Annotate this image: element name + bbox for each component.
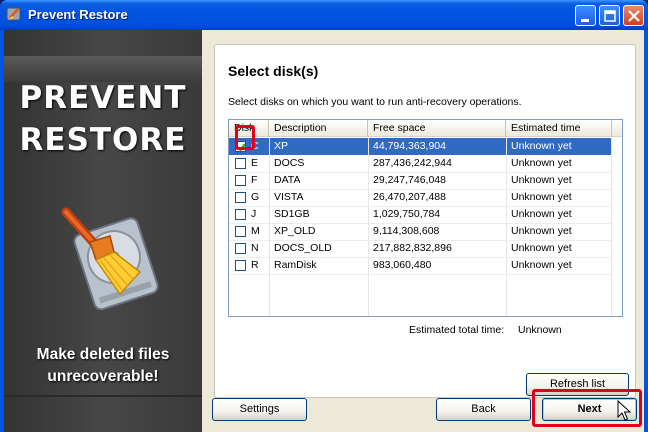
disk-letter: G	[251, 191, 260, 203]
disk-description: XP_OLD	[274, 225, 316, 237]
disk-description: RamDisk	[274, 259, 317, 271]
page-instructions: Select disks on which you want to run an…	[228, 96, 522, 108]
disk-estimated-time: Unknown yet	[511, 259, 572, 271]
grid-line	[229, 223, 611, 224]
column-header-free-space[interactable]: Free space	[368, 120, 506, 137]
disk-checkbox[interactable]	[235, 260, 246, 271]
table-row[interactable]: J SD1GB 1,029,750,784 Unknown yet	[229, 206, 611, 223]
grid-line	[229, 172, 611, 173]
disk-checkbox[interactable]	[235, 209, 246, 220]
minimize-button[interactable]	[575, 5, 596, 26]
banner-stripe	[4, 56, 202, 82]
broom-hard-drive-logo	[48, 190, 168, 311]
disk-description: XP	[274, 140, 289, 152]
disk-free-space: 1,029,750,784	[373, 208, 441, 220]
disk-checkbox[interactable]	[235, 158, 246, 169]
side-banner: PREVENT RESTORE Make deleted files unrec…	[4, 30, 202, 432]
disk-letter: N	[251, 242, 259, 254]
page-title: Select disk(s)	[228, 63, 319, 79]
disk-free-space: 217,882,832,896	[373, 242, 452, 254]
disk-description: DOCS_OLD	[274, 242, 332, 254]
grid-line	[368, 137, 369, 316]
grid-line	[269, 137, 270, 316]
grid-line	[229, 240, 611, 241]
disk-estimated-time: Unknown yet	[511, 140, 572, 152]
table-row[interactable]: E DOCS 287,436,242,944 Unknown yet	[229, 155, 611, 172]
brand-title-line2: RESTORE	[19, 122, 187, 158]
broom-disk-icon	[6, 6, 22, 22]
window-client-area: PREVENT RESTORE Make deleted files unrec…	[4, 30, 644, 432]
disk-letter: R	[251, 259, 259, 271]
total-time-value: Unknown	[518, 324, 562, 336]
disk-free-space: 29,247,746,048	[373, 174, 446, 186]
window-title: Prevent Restore	[28, 7, 128, 22]
total-time-label: Estimated total time:	[409, 324, 505, 336]
tagline-line1: Make deleted files	[36, 346, 170, 363]
grid-line	[229, 189, 611, 190]
disk-list[interactable]: Disk Description Free space Estimated ti…	[228, 119, 623, 317]
disk-free-space: 44,794,363,904	[373, 140, 446, 152]
disk-free-space: 9,114,308,608	[373, 225, 440, 237]
grid-line	[506, 137, 507, 316]
disk-description: VISTA	[274, 191, 304, 203]
grid-line	[229, 274, 611, 275]
column-header-estimated-time[interactable]: Estimated time	[506, 120, 612, 137]
maximize-button[interactable]	[599, 5, 620, 26]
disk-checkbox[interactable]	[235, 243, 246, 254]
disk-free-space: 983,060,480	[373, 259, 432, 271]
checkbox-highlight	[235, 125, 255, 150]
grid-line	[229, 206, 611, 207]
grid-line	[229, 257, 611, 258]
disk-free-space: 26,470,207,488	[373, 191, 446, 203]
disk-letter: M	[251, 225, 260, 237]
mouse-pointer-icon	[617, 399, 632, 422]
table-row[interactable]: N DOCS_OLD 217,882,832,896 Unknown yet	[229, 240, 611, 257]
table-row[interactable]: G VISTA 26,470,207,488 Unknown yet	[229, 189, 611, 206]
grid-line	[611, 137, 612, 316]
disk-description: SD1GB	[274, 208, 310, 220]
table-row[interactable]: R RamDisk 983,060,480 Unknown yet	[229, 257, 611, 274]
disk-estimated-time: Unknown yet	[511, 191, 572, 203]
disk-estimated-time: Unknown yet	[511, 174, 572, 186]
app-window: Prevent Restore PREVENT RESTORE Make del…	[0, 0, 648, 432]
disk-free-space: 287,436,242,944	[373, 157, 452, 169]
disk-checkbox[interactable]	[235, 192, 246, 203]
disk-checkbox[interactable]	[235, 175, 246, 186]
table-row[interactable]: M XP_OLD 9,114,308,608 Unknown yet	[229, 223, 611, 240]
disk-letter: E	[251, 157, 259, 169]
disk-estimated-time: Unknown yet	[511, 208, 572, 220]
brand-title-line1: PREVENT	[19, 80, 187, 116]
disk-letter: J	[251, 208, 257, 220]
disk-estimated-time: Unknown yet	[511, 225, 572, 237]
table-row[interactable]: F DATA 29,247,746,048 Unknown yet	[229, 172, 611, 189]
wizard-page: Select disk(s) Select disks on which you…	[214, 44, 636, 398]
table-row[interactable]: C XP 44,794,363,904 Unknown yet	[229, 138, 611, 155]
settings-button[interactable]: Settings	[212, 398, 307, 421]
back-button[interactable]: Back	[436, 398, 531, 421]
disk-estimated-time: Unknown yet	[511, 157, 572, 169]
disk-description: DOCS	[274, 157, 305, 169]
tagline-line2: unrecoverable!	[47, 368, 159, 385]
disk-description: DATA	[274, 174, 301, 186]
title-bar[interactable]: Prevent Restore	[0, 0, 648, 30]
disk-checkbox[interactable]	[235, 226, 246, 237]
close-button[interactable]	[623, 5, 644, 26]
banner-divider	[4, 395, 202, 397]
column-header-description[interactable]: Description	[269, 120, 368, 137]
disk-estimated-time: Unknown yet	[511, 242, 572, 254]
disk-list-header: Disk Description Free space Estimated ti…	[229, 120, 622, 137]
disk-letter: F	[251, 174, 258, 186]
